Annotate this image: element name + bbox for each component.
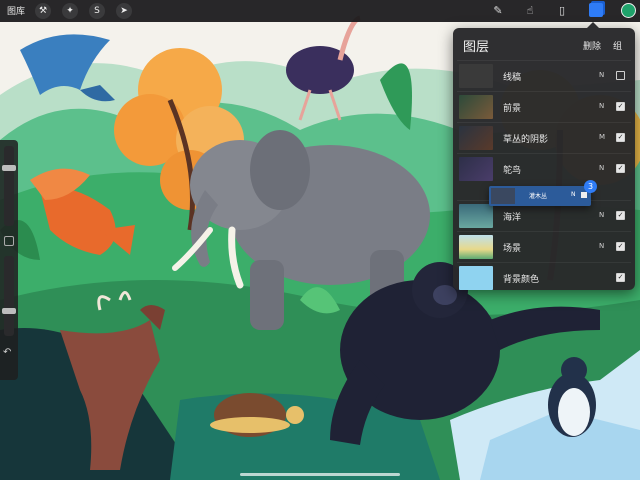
visibility-checkbox[interactable]: ✓	[616, 211, 625, 220]
layer-row[interactable]: 背景颜色 ✓	[457, 262, 631, 292]
layer-thumbnail	[459, 95, 493, 119]
layer-name: 背景颜色	[503, 275, 540, 285]
layers-panel: 图层 删除 组 线稿 N 前景 N ✓ 草丛的阴影 M ✓ 鸵鸟 N ✓ 海洋 …	[453, 22, 635, 292]
layer-thumbnail	[459, 64, 493, 88]
brush-size-slider[interactable]	[2, 146, 16, 226]
blend-mode-button[interactable]: N	[599, 242, 604, 250]
selection-s-icon[interactable]: S	[89, 3, 105, 19]
undo-icon[interactable]: ↶	[3, 347, 11, 358]
gallery-button[interactable]: 图库	[7, 4, 25, 17]
layer-count-badge: 3	[584, 180, 597, 193]
home-indicator[interactable]	[240, 473, 400, 476]
wrench-icon[interactable]: ⚒	[35, 3, 51, 19]
layer-thumbnail	[459, 204, 493, 228]
layer-name: 灌木丛	[529, 193, 548, 200]
modify-button[interactable]	[4, 236, 14, 246]
blend-mode-button[interactable]: N	[599, 211, 604, 219]
blend-mode-button[interactable]: N	[599, 71, 604, 79]
layer-thumbnail	[459, 126, 493, 150]
layer-row[interactable]: 鸵鸟 N ✓	[457, 153, 631, 183]
layer-row[interactable]: 场景 N ✓	[457, 231, 631, 261]
visibility-checkbox[interactable]: ✓	[616, 164, 625, 173]
visibility-checkbox[interactable]: ✓	[616, 273, 625, 282]
visibility-checkbox[interactable]: ✓	[616, 242, 625, 251]
layer-thumbnail	[459, 235, 493, 259]
blend-mode-button[interactable]: M	[599, 133, 605, 141]
layer-name: 场景	[503, 244, 522, 254]
layer-row[interactable]: 前景 N ✓	[457, 91, 631, 121]
opacity-knob[interactable]	[2, 308, 16, 314]
side-slider-bar: ↶	[0, 140, 18, 380]
layer-row[interactable]: 草丛的阴影 M ✓	[457, 122, 631, 152]
layer-name: 海洋	[503, 213, 522, 223]
group-button[interactable]: 组	[613, 39, 622, 52]
arrow-cursor-icon[interactable]: ➤	[116, 3, 132, 19]
layer-name: 线稿	[503, 73, 522, 83]
blend-mode-button[interactable]: N	[599, 164, 604, 172]
smudge-icon[interactable]: ☝	[522, 3, 538, 19]
opacity-slider[interactable]	[2, 256, 16, 336]
top-toolbar: 图库 ⚒ ✦ S ➤ ✎ ☝ ▯	[0, 0, 640, 22]
brush-size-knob[interactable]	[2, 165, 16, 171]
dragging-layer[interactable]: 灌木丛 N	[489, 186, 591, 206]
magic-wand-icon[interactable]: ✦	[62, 3, 78, 19]
blend-mode-button[interactable]: N	[599, 102, 604, 110]
panel-title: 图层	[463, 40, 490, 55]
eraser-icon[interactable]: ▯	[554, 3, 570, 19]
layer-thumbnail	[459, 157, 493, 181]
visibility-checkbox[interactable]: ✓	[616, 133, 625, 142]
delete-button[interactable]: 删除	[583, 39, 601, 52]
visibility-checkbox[interactable]: ✓	[616, 102, 625, 111]
visibility-checkbox[interactable]	[616, 71, 625, 80]
color-picker-button[interactable]	[621, 3, 636, 18]
layer-name: 鸵鸟	[503, 166, 522, 176]
layer-thumbnail	[491, 188, 515, 204]
blend-mode-button[interactable]: N	[571, 191, 576, 198]
layer-name: 前景	[503, 104, 522, 114]
brush-icon[interactable]: ✎	[490, 3, 506, 19]
layer-thumbnail	[459, 266, 493, 290]
layers-icon[interactable]	[589, 3, 603, 17]
layer-name: 草丛的阴影	[503, 135, 549, 145]
layer-row[interactable]: 线稿 N	[457, 60, 631, 90]
visibility-checkbox[interactable]	[581, 192, 587, 198]
